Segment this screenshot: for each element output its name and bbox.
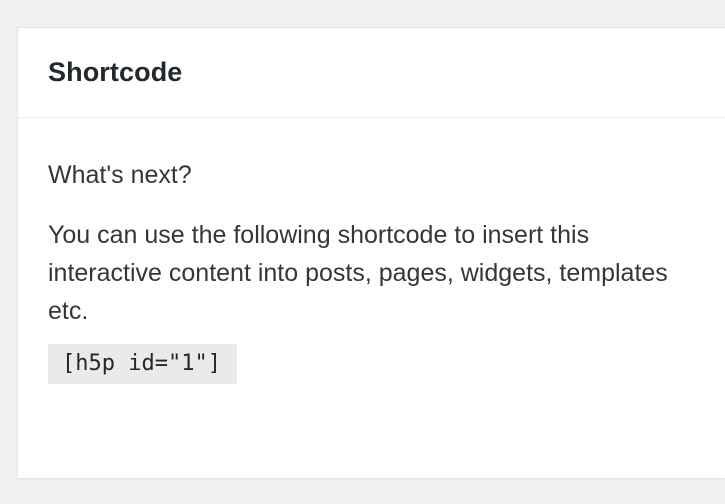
shortcode-description: You can use the following shortcode to i… [48, 221, 668, 325]
shortcode-code[interactable]: [h5p id="1"] [48, 344, 237, 384]
metabox-header: Shortcode [18, 28, 725, 118]
metabox-title: Shortcode [48, 57, 183, 87]
whats-next-text: What's next? [48, 161, 192, 189]
metabox-body: What's next? You can use the following s… [18, 158, 725, 384]
shortcode-metabox: Shortcode What's next? You can use the f… [17, 27, 725, 479]
admin-page-background: Shortcode What's next? You can use the f… [0, 0, 725, 504]
